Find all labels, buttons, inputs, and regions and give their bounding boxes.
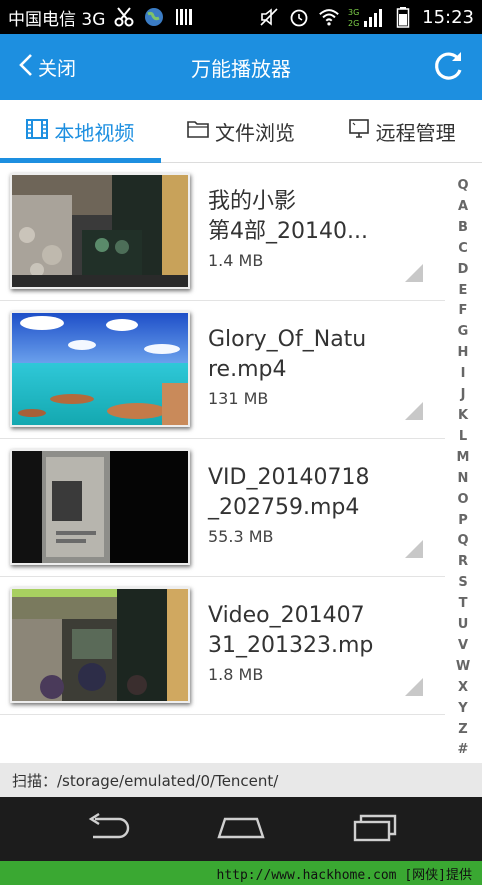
corner-triangle-icon <box>405 540 423 558</box>
alpha-letter[interactable]: K <box>458 406 468 427</box>
alpha-letter[interactable]: B <box>458 218 468 239</box>
alpha-letter[interactable]: Z <box>458 720 467 741</box>
alpha-letter[interactable]: L <box>459 427 467 448</box>
video-thumbnail-party <box>10 173 190 289</box>
alpha-letter[interactable]: E <box>459 281 468 302</box>
alarm-icon <box>288 6 310 28</box>
scissors-icon <box>113 6 135 28</box>
corner-triangle-icon <box>405 678 423 696</box>
tab-file-browse-label: 文件浏览 <box>215 120 295 145</box>
watermark-strip: http://www.hackhome.com [网侠]提供 <box>0 861 482 885</box>
alpha-letter[interactable]: D <box>458 260 469 281</box>
recent-apps-icon <box>351 812 399 846</box>
refresh-icon <box>432 48 466 86</box>
carrier-label: 中国电信 3G <box>8 9 106 30</box>
alpha-letter[interactable]: S <box>458 573 467 594</box>
alpha-letter[interactable]: G <box>458 322 469 343</box>
corner-triangle-icon <box>405 402 423 420</box>
video-name: Video_201407 31_201323.mp <box>208 603 374 658</box>
tab-remote-manage[interactable]: 远程管理 <box>321 100 482 162</box>
tab-local-video-label: 本地视频 <box>54 120 135 145</box>
network-badge-3g: 3G <box>348 8 359 17</box>
battery-icon <box>392 6 414 28</box>
alpha-letter[interactable]: Q <box>457 176 468 197</box>
video-size: 1.8 MB <box>208 665 264 684</box>
status-time: 15:23 <box>422 6 474 28</box>
home-icon <box>215 813 267 845</box>
video-thumbnail-poster <box>10 449 190 565</box>
alphabet-index[interactable]: Q A B C D E F G H I J K L M N O P Q R S … <box>452 176 474 761</box>
alpha-letter[interactable]: N <box>458 469 469 490</box>
alpha-letter[interactable]: W <box>456 657 470 678</box>
alpha-letter[interactable]: O <box>457 490 468 511</box>
folder-icon <box>187 119 209 143</box>
video-size: 55.3 MB <box>208 527 274 546</box>
close-button[interactable]: 关闭 <box>0 34 138 100</box>
alpha-letter[interactable]: Q <box>457 531 468 552</box>
monitor-icon <box>348 118 370 144</box>
signal-icon: 3G 2G <box>348 6 384 28</box>
alpha-letter[interactable]: T <box>459 594 468 615</box>
alpha-letter[interactable]: M <box>457 448 470 469</box>
watermark-text: http://www.hackhome.com [网侠]提供 <box>216 867 473 883</box>
alpha-letter[interactable]: # <box>458 740 469 761</box>
alpha-letter[interactable]: X <box>458 678 468 699</box>
film-icon <box>26 118 49 144</box>
video-size: 1.4 MB <box>208 251 264 270</box>
tab-file-browse[interactable]: 文件浏览 <box>161 100 322 162</box>
refresh-button[interactable] <box>430 48 468 86</box>
system-nav-bar <box>0 797 482 861</box>
alpha-letter[interactable]: F <box>459 301 468 322</box>
alpha-letter[interactable]: P <box>458 511 468 532</box>
alpha-letter[interactable]: R <box>458 552 468 573</box>
video-name: Glory_Of_Natu re.mp4 <box>208 327 367 382</box>
video-thumbnail-ocean <box>10 311 190 427</box>
alpha-letter[interactable]: C <box>458 239 468 260</box>
video-item[interactable]: Video_201407 31_201323.mp 1.8 MB <box>0 577 445 715</box>
tab-local-video[interactable]: 本地视频 <box>0 100 161 163</box>
video-list: 我的小影 第4部_20140... 1.4 MB Glory_Of_Natu r… <box>0 163 445 715</box>
alpha-letter[interactable]: V <box>458 636 468 657</box>
mute-icon <box>258 6 280 28</box>
barcode-icon <box>173 6 195 28</box>
tab-bar: 本地视频 文件浏览 远程管理 <box>0 100 482 163</box>
nav-recent-apps-button[interactable] <box>340 804 410 854</box>
chevron-left-icon <box>18 52 34 83</box>
alpha-letter[interactable]: I <box>461 364 466 385</box>
alpha-letter[interactable]: J <box>461 385 466 406</box>
nav-back-button[interactable] <box>72 804 142 854</box>
close-label: 关闭 <box>38 57 77 80</box>
alpha-letter[interactable]: A <box>458 197 468 218</box>
video-name: VID_20140718 _202759.mp4 <box>208 465 370 520</box>
nav-home-button[interactable] <box>206 804 276 854</box>
video-name: 我的小影 第4部_20140... <box>208 189 368 244</box>
app-header: 关闭 万能播放器 <box>0 34 482 100</box>
tab-remote-manage-label: 远程管理 <box>375 120 456 145</box>
corner-triangle-icon <box>405 264 423 282</box>
scan-path-bar: 扫描：/storage/emulated/0/Tencent/ <box>0 763 482 797</box>
video-size: 131 MB <box>208 389 269 408</box>
scan-path-text: 扫描：/storage/emulated/0/Tencent/ <box>12 771 279 790</box>
video-item[interactable]: VID_20140718 _202759.mp4 55.3 MB <box>0 439 445 577</box>
alpha-letter[interactable]: U <box>458 615 469 636</box>
video-item[interactable]: 我的小影 第4部_20140... 1.4 MB <box>0 163 445 301</box>
alpha-letter[interactable]: Y <box>458 699 467 720</box>
back-icon <box>83 812 131 845</box>
status-bar: 中国电信 3G 3G 2G 15:23 <box>0 0 482 34</box>
network-badge-2g: 2G <box>348 19 359 28</box>
wifi-icon <box>318 6 340 28</box>
alpha-letter[interactable]: H <box>458 343 469 364</box>
globe-icon <box>143 6 165 28</box>
video-item[interactable]: Glory_Of_Natu re.mp4 131 MB <box>0 301 445 439</box>
video-thumbnail-party-2 <box>10 587 190 703</box>
